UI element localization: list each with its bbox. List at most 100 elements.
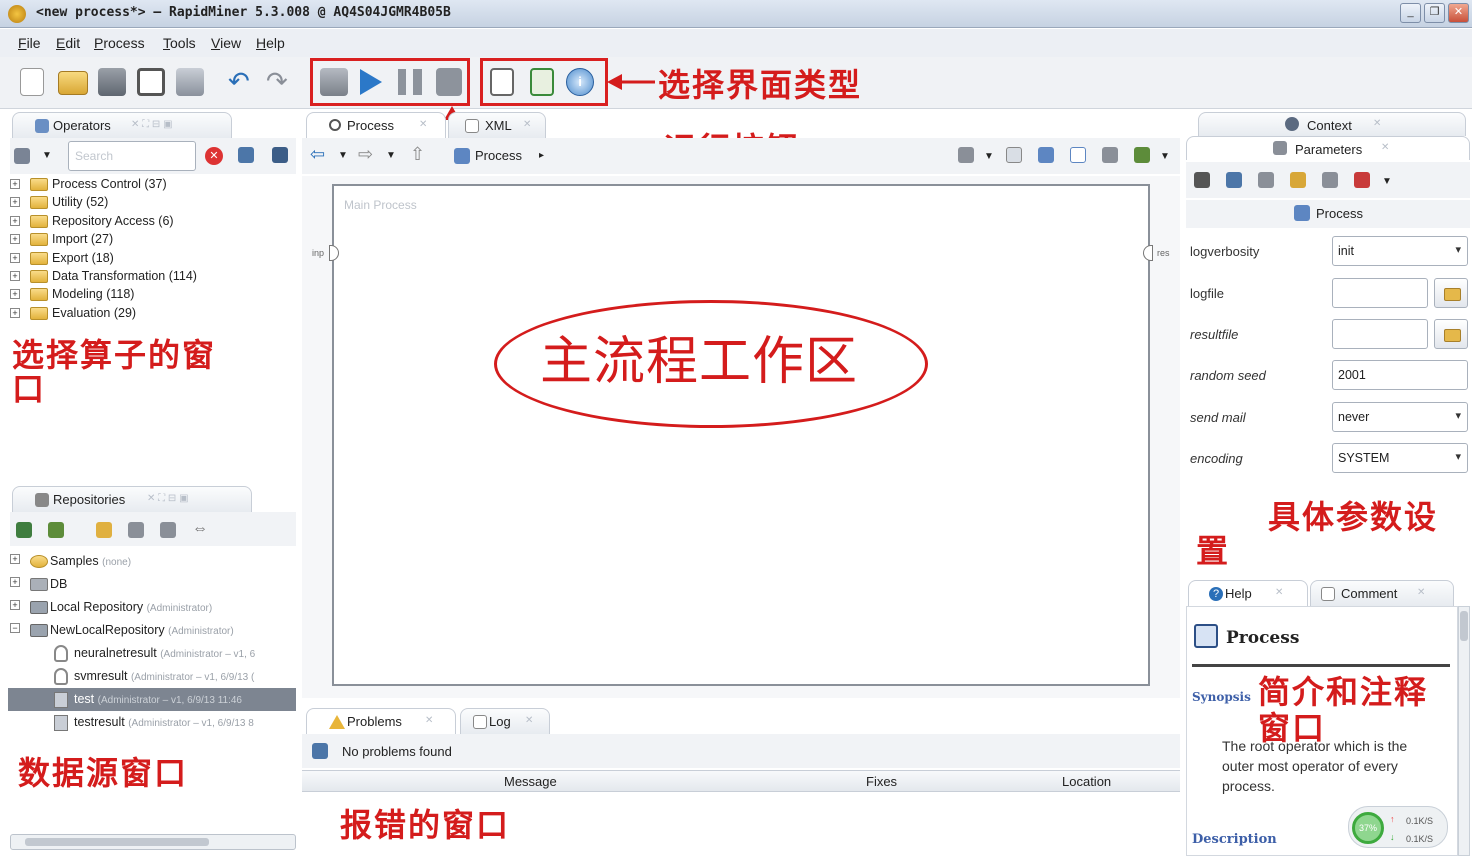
panel-controls-icon[interactable]: ✕ ⛶ ⊟ ▣ <box>147 493 189 504</box>
random-seed-input[interactable]: 2001 <box>1332 360 1468 390</box>
dropdown-arrow-icon[interactable]: ▼ <box>42 150 52 161</box>
resultfile-browse-button[interactable] <box>1434 319 1468 349</box>
tree-item[interactable]: + Modeling (118) <box>8 285 296 303</box>
param-label-encoding: encoding <box>1190 451 1243 466</box>
tab-log[interactable]: Log ✕ <box>460 708 550 734</box>
export-icon[interactable] <box>1134 147 1150 163</box>
tab-xml[interactable]: XML ✕ <box>448 112 546 138</box>
tab-repositories[interactable]: Repositories ✕ ⛶ ⊟ ▣ <box>12 486 252 512</box>
param-tool-3-icon[interactable] <box>1258 172 1274 188</box>
tab-problems[interactable]: Problems ✕ <box>306 708 456 734</box>
expand-icon[interactable]: + <box>10 252 20 263</box>
up-arrow-icon[interactable]: ⇧ <box>410 144 425 165</box>
scroll-thumb[interactable] <box>25 838 209 846</box>
close-tab-icon[interactable]: ✕ <box>425 715 433 726</box>
expand-icon[interactable]: + <box>10 215 20 226</box>
expand-icon[interactable]: + <box>10 554 20 564</box>
tree-item[interactable]: + Export (18) <box>8 249 296 267</box>
dropdown-arrow-icon[interactable]: ▼ <box>338 150 348 161</box>
add-repository-icon[interactable] <box>16 522 32 538</box>
dropdown-arrow-icon[interactable]: ▼ <box>1382 176 1392 187</box>
encoding-select[interactable]: SYSTEM <box>1332 443 1468 473</box>
process-breadcrumb[interactable]: Process <box>475 148 522 163</box>
output-port[interactable] <box>1143 245 1153 261</box>
tree-item[interactable]: + Data Transformation (114) <box>8 267 296 285</box>
dropdown-arrow-icon[interactable]: ▼ <box>386 150 396 161</box>
filter-icon[interactable] <box>238 147 254 163</box>
operator-wrench-icon[interactable] <box>14 148 30 164</box>
open-icon[interactable] <box>96 522 112 538</box>
import-icon[interactable] <box>48 522 64 538</box>
grid-icon[interactable] <box>1006 147 1022 163</box>
collapse-icon[interactable]: − <box>10 623 20 633</box>
close-tab-icon[interactable]: ✕ <box>419 119 427 130</box>
param-tool-5-icon[interactable] <box>1322 172 1338 188</box>
resultfile-input[interactable] <box>1332 319 1428 349</box>
close-tab-icon[interactable]: ✕ <box>525 715 533 726</box>
tab-comment[interactable]: Comment ✕ <box>1310 580 1454 606</box>
repository-item[interactable]: + Samples (none) <box>8 550 296 573</box>
tree-item[interactable]: + Repository Access (6) <box>8 212 296 230</box>
logfile-browse-button[interactable] <box>1434 278 1468 308</box>
dropdown-arrow-icon[interactable]: ▼ <box>984 151 994 162</box>
repository-item[interactable]: + DB <box>8 573 296 596</box>
expand-icon[interactable]: + <box>10 600 20 610</box>
link-icon[interactable] <box>1102 147 1118 163</box>
logverbosity-select[interactable]: init <box>1332 236 1468 266</box>
tab-help[interactable]: ? Help ✕ <box>1188 580 1308 606</box>
tab-process[interactable]: Process ✕ <box>306 112 446 138</box>
close-tab-icon[interactable]: ✕ <box>1373 118 1381 129</box>
send-mail-select[interactable]: never <box>1332 402 1468 432</box>
expand-icon[interactable]: + <box>10 179 20 189</box>
repository-item[interactable]: − NewLocalRepository (Administrator) <box>8 619 296 642</box>
expand-icon[interactable]: + <box>10 270 20 281</box>
repository-entry[interactable]: neuralnetresult (Administrator – v1, 6 <box>8 642 296 665</box>
panel-controls-icon[interactable]: ✕ ⛶ ⊟ ▣ <box>131 119 173 130</box>
repository-entry[interactable]: svmresult (Administrator – v1, 6/9/13 ( <box>8 665 296 688</box>
close-tab-icon[interactable]: ✕ <box>523 119 531 130</box>
repository-item[interactable]: + Local Repository (Administrator) <box>8 596 296 619</box>
tree-item[interactable]: + Utility (52) <box>8 193 296 211</box>
param-tool-6-icon[interactable] <box>1354 172 1370 188</box>
tree-item[interactable]: + Import (27) <box>8 230 296 248</box>
param-tool-2-icon[interactable] <box>1226 172 1242 188</box>
expand-icon[interactable]: + <box>10 289 20 300</box>
dropdown-arrow-icon[interactable]: ▼ <box>1160 151 1170 162</box>
tree-item[interactable]: + Evaluation (29) <box>8 304 296 322</box>
logfile-input[interactable] <box>1332 278 1428 308</box>
sort-icon[interactable] <box>272 147 288 163</box>
scroll-thumb[interactable] <box>1460 611 1468 641</box>
param-tool-4-icon[interactable] <box>1290 172 1306 188</box>
close-tab-icon[interactable]: ✕ <box>1275 587 1283 598</box>
expand-icon[interactable]: + <box>10 577 20 587</box>
repository-entry[interactable]: testresult (Administrator – v1, 6/9/13 8 <box>8 711 296 734</box>
clear-search-icon[interactable]: ✕ <box>205 147 223 165</box>
copy-icon[interactable] <box>160 522 176 538</box>
close-tab-icon[interactable]: ✕ <box>1381 142 1389 153</box>
arrange-icon[interactable] <box>1038 147 1054 163</box>
auto-wire-icon[interactable] <box>958 147 974 163</box>
expand-icon[interactable]: + <box>10 234 20 245</box>
folder-icon <box>30 306 48 320</box>
help-vertical-scrollbar[interactable] <box>1458 606 1470 856</box>
param-tool-1-icon[interactable] <box>1194 172 1210 188</box>
tab-context[interactable]: Context ✕ <box>1198 112 1466 136</box>
column-message[interactable]: Message <box>504 774 557 789</box>
expand-icon[interactable]: + <box>10 307 20 318</box>
close-tab-icon[interactable]: ✕ <box>1417 587 1425 598</box>
horizontal-scrollbar[interactable] <box>10 834 296 850</box>
expand-icon[interactable]: + <box>10 197 20 208</box>
back-arrow-icon[interactable]: ⇦ <box>310 144 325 165</box>
column-location[interactable]: Location <box>1062 774 1111 789</box>
column-fixes[interactable]: Fixes <box>866 774 897 789</box>
repository-entry-selected[interactable]: test (Administrator – v1, 6/9/13 11:46 <box>8 688 296 711</box>
forward-arrow-icon[interactable]: ⇨ <box>358 144 373 165</box>
tree-item[interactable]: + Process Control (37) <box>8 175 296 193</box>
operator-search-input[interactable]: Search <box>68 141 196 171</box>
tab-operators[interactable]: Operators ✕ ⛶ ⊟ ▣ <box>12 112 232 138</box>
link-icon[interactable]: ⇔ <box>192 520 208 538</box>
fit-icon[interactable] <box>1070 147 1086 163</box>
process-canvas[interactable] <box>332 184 1150 686</box>
refresh-icon[interactable] <box>128 522 144 538</box>
tab-parameters[interactable]: Parameters ✕ <box>1186 136 1470 160</box>
